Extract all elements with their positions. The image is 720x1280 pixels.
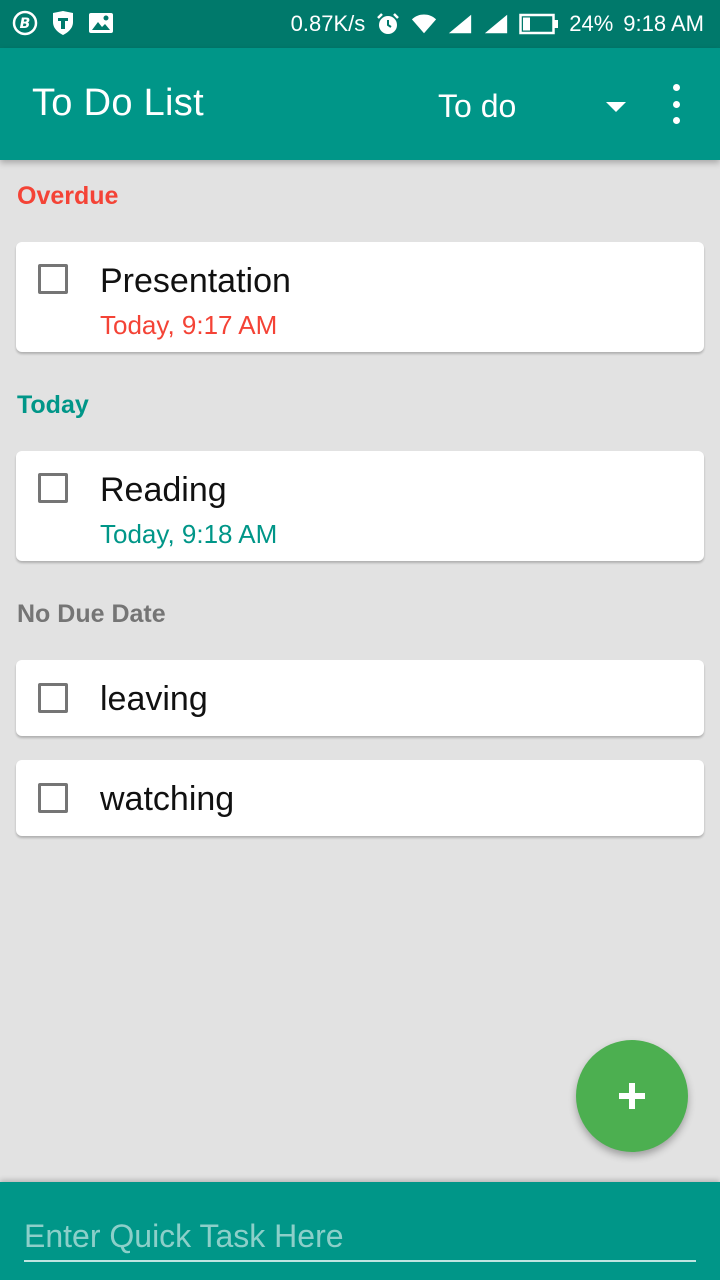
task-checkbox[interactable] xyxy=(38,783,68,813)
alarm-icon xyxy=(375,11,401,37)
image-icon xyxy=(88,10,114,36)
task-checkbox[interactable] xyxy=(38,473,68,503)
task-card[interactable]: Presentation Today, 9:17 AM xyxy=(16,242,704,352)
system-status: 0.87K/s 24% 9:18 AM xyxy=(291,0,704,48)
more-vert-icon xyxy=(672,84,680,91)
battery-percent: 24% xyxy=(569,11,614,36)
task-title: watching xyxy=(100,780,235,818)
wifi-icon xyxy=(411,11,437,37)
task-card[interactable]: leaving xyxy=(16,660,704,736)
clock: 9:18 AM xyxy=(623,11,704,36)
app-bar: To Do List To do xyxy=(0,48,720,160)
quick-task-input[interactable] xyxy=(24,1212,696,1262)
quick-task-bar xyxy=(0,1182,720,1280)
filter-dropdown[interactable]: To do xyxy=(438,84,634,128)
svg-text:B: B xyxy=(20,16,31,32)
plus-icon xyxy=(619,1083,645,1109)
section-header-no-due-date: No Due Date xyxy=(17,600,166,628)
status-bar: B 0.87K/s 24% 9:18 AM xyxy=(0,0,720,48)
section-header-today: Today xyxy=(17,391,89,419)
overflow-menu-button[interactable] xyxy=(660,84,692,124)
task-due-date: Today, 9:17 AM xyxy=(100,310,278,340)
task-card[interactable]: Reading Today, 9:18 AM xyxy=(16,451,704,561)
signal-icon xyxy=(483,11,509,37)
add-task-button[interactable] xyxy=(576,1040,688,1152)
task-title: Presentation xyxy=(100,262,291,300)
task-title: leaving xyxy=(100,680,208,718)
dropdown-arrow-icon xyxy=(606,102,626,112)
filter-value: To do xyxy=(438,87,517,124)
task-checkbox[interactable] xyxy=(38,683,68,713)
battery-icon xyxy=(519,11,559,37)
app-title: To Do List xyxy=(32,82,204,124)
task-title: Reading xyxy=(100,471,227,509)
shield-icon xyxy=(50,10,76,36)
notification-icons: B xyxy=(12,10,114,36)
net-speed: 0.87K/s xyxy=(290,11,366,36)
b-app-icon: B xyxy=(12,10,38,36)
signal-icon xyxy=(447,11,473,37)
task-card[interactable]: watching xyxy=(16,760,704,836)
task-checkbox[interactable] xyxy=(38,264,68,294)
task-due-date: Today, 9:18 AM xyxy=(100,519,278,549)
section-header-overdue: Overdue xyxy=(17,182,119,210)
